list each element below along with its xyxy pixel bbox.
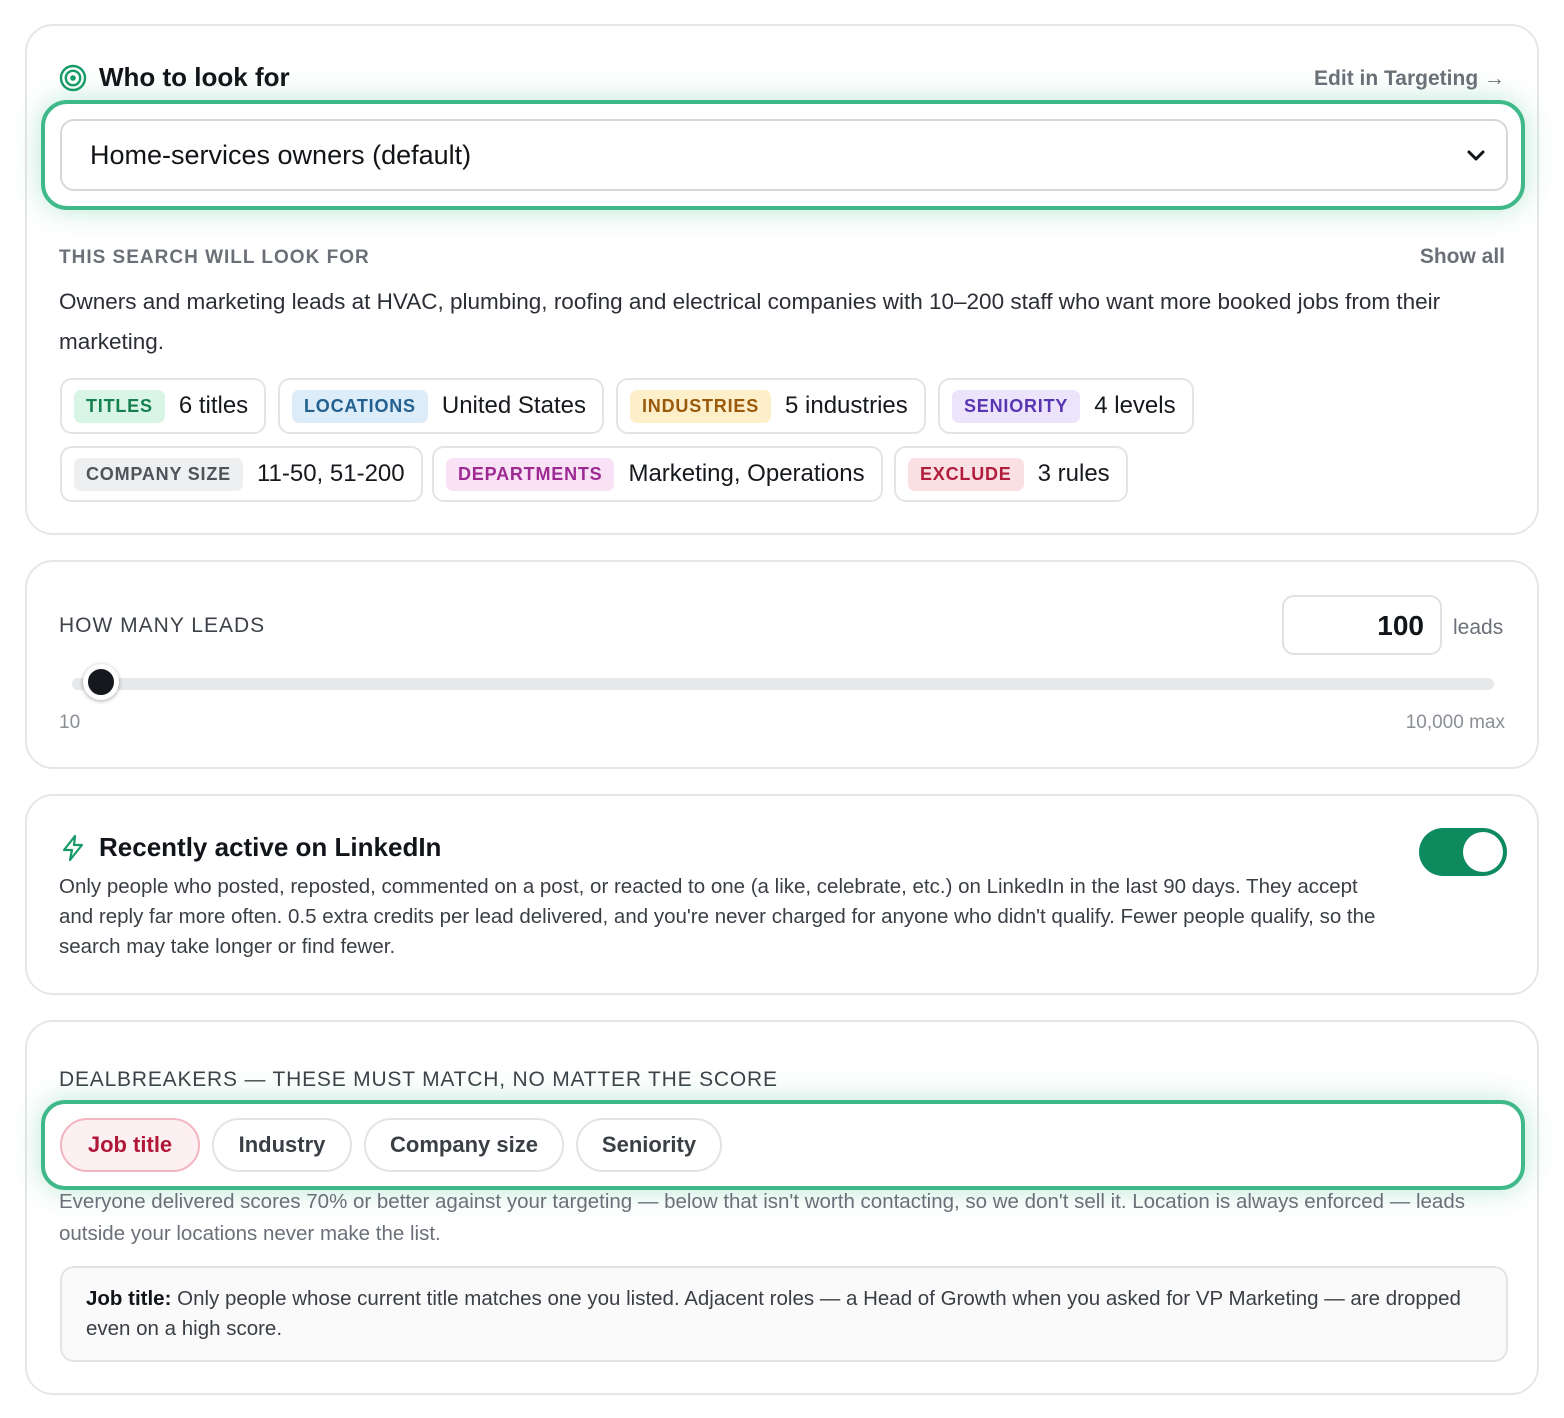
chip-tag: TITLES [74, 389, 165, 423]
linkedin-activity-toggle[interactable] [1419, 828, 1507, 876]
lead-count-card: HOW MANY LEADS 100 leads 10 10,000 max [25, 560, 1539, 769]
linkedin-activity-title: Recently active on LinkedIn [99, 832, 442, 862]
search-summary: Owners and marketing leads at HVAC, plum… [59, 289, 1441, 354]
chip-locations[interactable]: LOCATIONS United States [278, 378, 604, 434]
chip-value: Marketing, Operations [628, 460, 865, 487]
chip-departments[interactable]: DEPARTMENTS Marketing, Operations [432, 446, 883, 502]
lead-count-eyebrow: HOW MANY LEADS [59, 614, 266, 637]
dealbreaker-info-body: Only people whose current title matches … [86, 1287, 1461, 1340]
lead-slider-track[interactable] [72, 678, 1494, 690]
dealbreaker-pill-company-size[interactable]: Company size [364, 1118, 564, 1172]
lead-slider-thumb[interactable] [82, 664, 119, 700]
chip-value: 4 levels [1094, 392, 1176, 419]
chip-value: 11-50, 51-200 [256, 460, 405, 487]
chip-tag: COMPANY SIZE [74, 457, 243, 491]
chip-value: 6 titles [178, 392, 249, 419]
dealbreaker-pill-industry[interactable]: Industry [212, 1118, 352, 1172]
dealbreakers-card: DEALBREAKERS — THESE MUST MATCH, NO MATT… [25, 1020, 1539, 1395]
dealbreaker-info-box: Job title: Only people whose current tit… [60, 1266, 1508, 1362]
slider-max-label: 10,000 max [1405, 712, 1505, 733]
dealbreakers-eyebrow: DEALBREAKERS — THESE MUST MATCH, NO MATT… [59, 1068, 778, 1091]
chip-seniority[interactable]: SENIORITY 4 levels [938, 378, 1194, 434]
targeting-card: Who to look for Edit in Targeting → Home… [25, 24, 1539, 535]
toggle-knob [1463, 832, 1503, 872]
chip-tag: LOCATIONS [292, 389, 428, 423]
preset-value: Home-services owners (default) [90, 140, 472, 170]
chip-value: 3 rules [1037, 460, 1110, 487]
preset-select[interactable]: Home-services owners (default) [60, 119, 1508, 191]
target-icon [59, 64, 87, 92]
dealbreaker-pill-seniority[interactable]: Seniority [576, 1118, 722, 1172]
search-summary-eyebrow: THIS SEARCH WILL LOOK FOR [59, 247, 370, 268]
chip-industries[interactable]: INDUSTRIES 5 industries [616, 378, 926, 434]
chip-value: 5 industries [785, 392, 908, 419]
chip-company-size[interactable]: COMPANY SIZE 11-50, 51-200 [60, 446, 423, 502]
lead-count-unit: leads [1453, 616, 1504, 639]
slider-min-label: 10 [59, 712, 81, 733]
dealbreaker-info-text: Job title: Only people whose current tit… [86, 1284, 1476, 1344]
linkedin-activity-card: Recently active on LinkedIn Only people … [25, 794, 1539, 995]
linkedin-activity-description: Only people who posted, reposted, commen… [59, 875, 1376, 958]
chip-titles[interactable]: TITLES 6 titles [60, 378, 267, 434]
show-all-button[interactable]: Show all [1420, 245, 1505, 269]
dealbreaker-pill-job-title[interactable]: Job title [60, 1118, 200, 1172]
dealbreaker-info-label: Job title: [86, 1287, 172, 1310]
targeting-title: Who to look for [99, 62, 290, 92]
dealbreakers-description: Everyone delivered scores 70% or better … [59, 1190, 1465, 1245]
chevron-down-icon [1467, 150, 1485, 161]
chip-value: United States [441, 392, 586, 419]
lead-count-value: 100 [1377, 610, 1424, 641]
chip-exclude[interactable]: EXCLUDE 3 rules [894, 446, 1128, 502]
lead-count-input[interactable]: 100 [1282, 595, 1442, 655]
chip-tag: SENIORITY [952, 389, 1081, 423]
edit-in-targeting-link[interactable]: Edit in Targeting → [1314, 67, 1505, 91]
chip-tag: INDUSTRIES [630, 389, 772, 423]
chip-tag: DEPARTMENTS [446, 457, 615, 491]
lightning-bolt-icon [62, 834, 84, 862]
chip-tag: EXCLUDE [908, 457, 1024, 491]
